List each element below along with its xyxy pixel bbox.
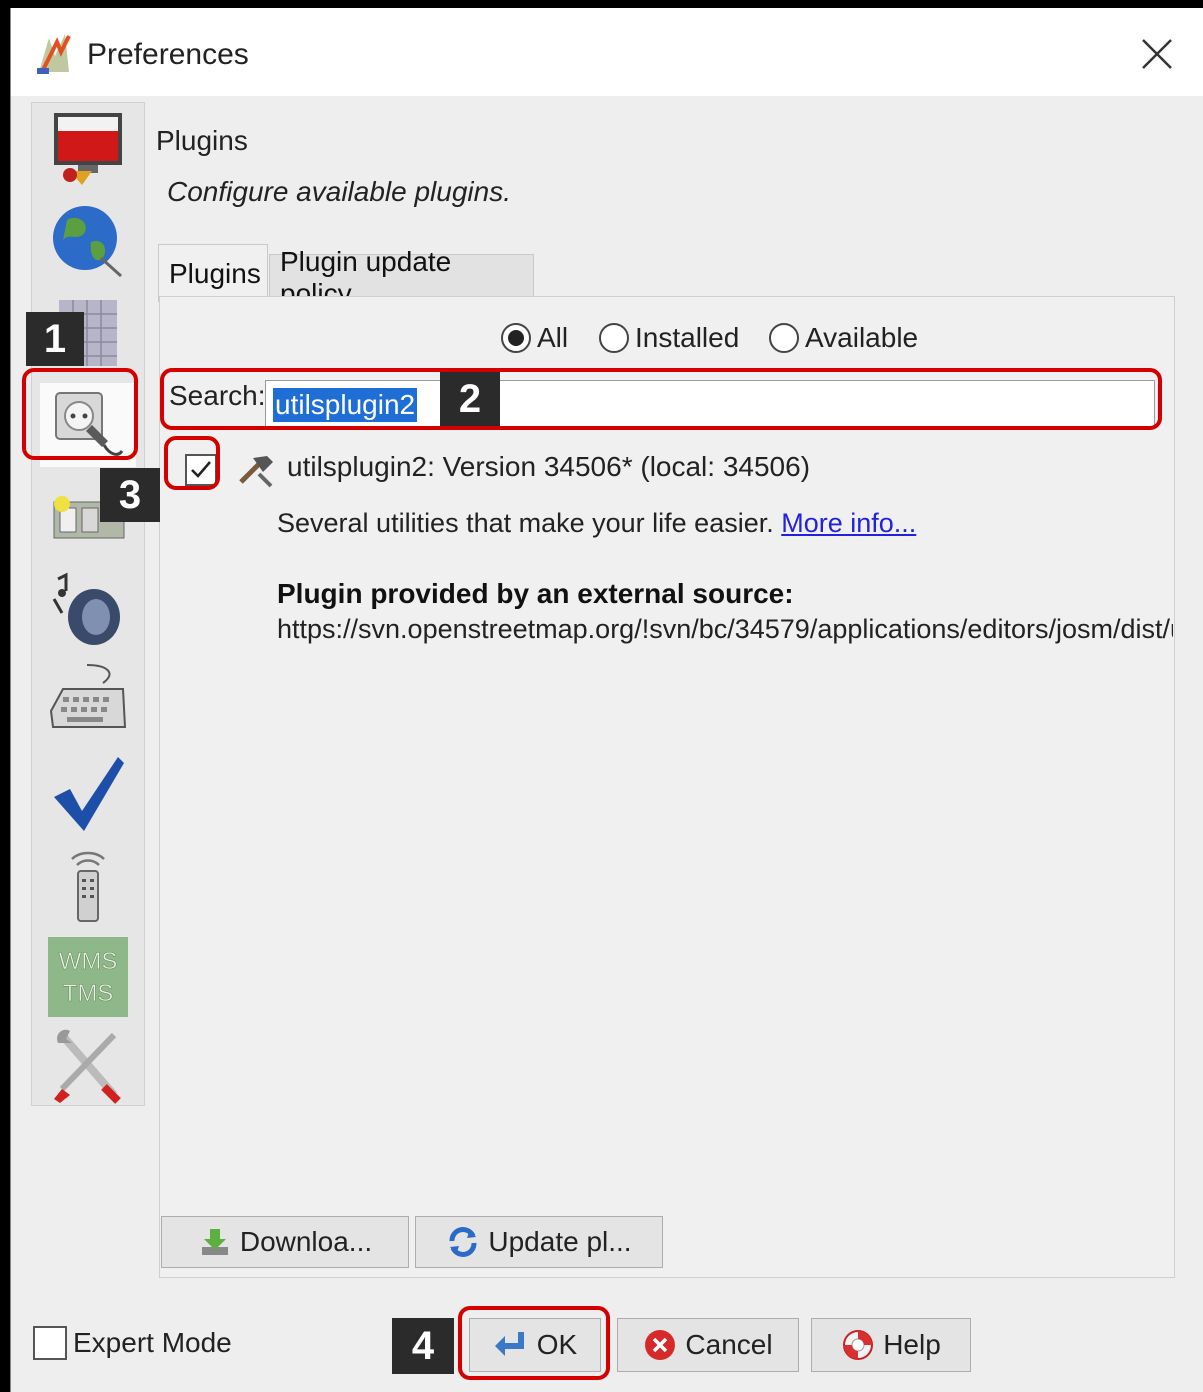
tab-plugin-update-policy[interactable]: Plugin update policy <box>269 246 534 309</box>
radio-selected-indicator <box>501 323 531 353</box>
sidebar-item-audio[interactable] <box>40 567 136 651</box>
update-button-label: Update pl... <box>488 1226 632 1257</box>
highlight-ok-button <box>458 1306 610 1380</box>
highlight-search-field <box>160 368 1162 430</box>
window-title: Preferences <box>87 38 249 71</box>
download-list-button[interactable]: Downloa... <box>161 1216 409 1268</box>
update-plugins-button[interactable]: Update pl... <box>415 1216 663 1268</box>
expert-mode-checkbox[interactable]: Expert Mode <box>33 1326 232 1360</box>
remote-control-icon <box>71 851 105 922</box>
plugin-description: Several utilities that make your life ea… <box>277 508 916 539</box>
wms-tms-icon: WMS TMS <box>48 937 128 1017</box>
step-callout-4: 4 <box>392 1318 454 1374</box>
advanced-tools-icon <box>54 1029 121 1104</box>
sidebar-item-validator[interactable] <box>40 751 136 835</box>
highlight-plugins-sidebar <box>22 368 138 460</box>
sidebar-item-projection[interactable] <box>40 199 136 283</box>
filter-all-label: All <box>537 322 569 353</box>
filter-all-radio[interactable]: All <box>501 322 568 354</box>
sidebar-item-advanced[interactable] <box>40 1023 136 1107</box>
plugin-description-text: Several utilities that make your life ea… <box>277 508 774 538</box>
external-source-url: https://svn.openstreetmap.org/!svn/bc/34… <box>277 614 1173 644</box>
plugins-panel <box>159 296 1175 1278</box>
preferences-window: Preferences WMS TMS Plugins Configure av… <box>10 8 1203 1392</box>
filter-available-radio[interactable]: Available <box>769 322 918 354</box>
help-button-label: Help <box>883 1329 941 1360</box>
step-callout-1: 1 <box>26 312 84 366</box>
wms-label: WMS <box>59 948 118 975</box>
cancel-button-label: Cancel <box>685 1329 773 1360</box>
step-callout-2: 2 <box>440 372 500 426</box>
sidebar-item-remote[interactable] <box>40 843 136 927</box>
download-icon <box>201 1229 228 1255</box>
sidebar-item-imagery[interactable]: WMS TMS <box>40 935 136 1019</box>
expert-mode-box <box>33 1326 67 1360</box>
close-icon[interactable] <box>1137 34 1177 74</box>
preferences-sidebar: WMS TMS <box>31 102 145 1106</box>
step-callout-3: 3 <box>100 468 160 522</box>
audio-speaker-icon <box>52 572 120 645</box>
refresh-icon <box>449 1227 477 1257</box>
tms-label: TMS <box>63 980 114 1007</box>
section-title: Plugins <box>156 125 248 156</box>
more-info-link[interactable]: More info... <box>781 508 916 538</box>
filter-installed-radio[interactable]: Installed <box>599 322 739 354</box>
radio-indicator <box>769 323 799 353</box>
highlight-plugin-checkbox <box>164 436 220 490</box>
sidebar-item-shortcuts[interactable] <box>40 659 136 743</box>
globe-icon <box>53 206 123 278</box>
keyboard-icon <box>49 664 127 728</box>
display-settings-icon <box>54 113 122 185</box>
validator-checkmark-icon <box>54 757 124 831</box>
filter-installed-label: Installed <box>635 322 740 353</box>
josm-app-icon <box>37 34 71 74</box>
download-button-label: Downloa... <box>239 1226 373 1257</box>
title-bar: Preferences <box>11 8 1203 96</box>
external-source-title: Plugin provided by an external source: <box>277 578 794 609</box>
expert-mode-label: Expert Mode <box>73 1327 232 1358</box>
radio-indicator <box>599 323 629 353</box>
help-button[interactable]: Help <box>811 1318 971 1372</box>
cancel-icon <box>645 1330 676 1360</box>
plugin-tools-icon <box>239 456 273 488</box>
tab-plugins[interactable]: Plugins <box>158 244 268 302</box>
filter-available-label: Available <box>805 322 919 353</box>
section-subtitle: Configure available plugins. <box>167 176 511 207</box>
cancel-button[interactable]: Cancel <box>617 1318 799 1372</box>
help-lifebuoy-icon <box>843 1330 874 1360</box>
plugin-name: utilsplugin2: Version 34506* (local: 345… <box>287 451 811 482</box>
sidebar-item-display[interactable] <box>40 107 136 191</box>
